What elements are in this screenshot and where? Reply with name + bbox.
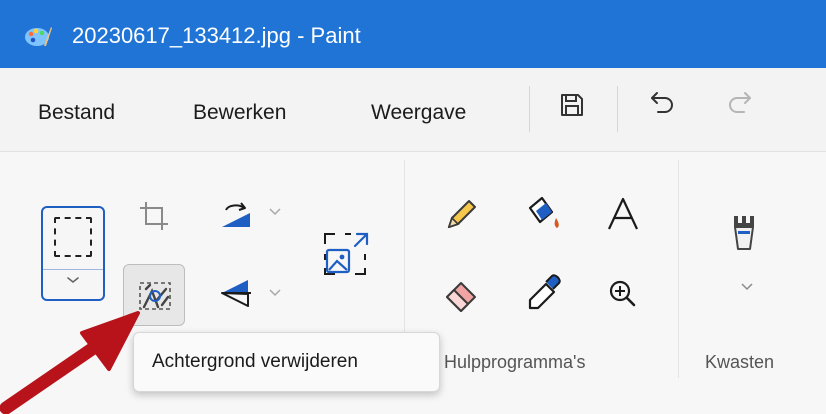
brush-chevron-icon[interactable] [740, 282, 754, 292]
ribbon-separator [678, 160, 679, 378]
tools-group-label: Hulpprogramma's [444, 352, 586, 372]
selection-icon [54, 217, 92, 257]
window-title: 20230617_133412.jpg - Paint [72, 23, 361, 48]
resize-image-icon[interactable] [321, 230, 373, 278]
undo-icon[interactable] [648, 89, 678, 119]
flip-icon[interactable] [219, 276, 253, 310]
rotate-icon[interactable] [218, 199, 254, 231]
fill-icon[interactable] [522, 194, 566, 236]
color-picker-icon[interactable] [524, 274, 564, 314]
menu-bewerken[interactable]: Bewerken [193, 101, 286, 125]
selection-divider [43, 269, 103, 270]
save-icon[interactable] [558, 91, 586, 119]
redo-icon[interactable] [724, 89, 754, 119]
tooltip: Achtergrond verwijderen [133, 332, 440, 392]
selection-button[interactable] [41, 206, 105, 301]
title-bar[interactable]: 20230617_133412.jpg - Paint [0, 0, 826, 68]
chevron-down-icon[interactable] [65, 275, 81, 285]
magnifier-icon[interactable] [607, 278, 637, 310]
crop-icon[interactable] [137, 199, 171, 233]
menu-bestand[interactable]: Bestand [38, 101, 115, 125]
menu-separator [617, 86, 618, 132]
paint-app-icon [25, 27, 52, 46]
menu-bar: Bestand Bewerken Weergave [0, 68, 826, 152]
brush-icon[interactable] [730, 213, 758, 253]
menu-weergave[interactable]: Weergave [371, 101, 466, 125]
flip-chevron-icon[interactable] [268, 288, 282, 298]
brushes-group-label: Kwasten [705, 352, 775, 372]
eraser-icon[interactable] [441, 275, 483, 315]
pencil-icon[interactable] [442, 196, 480, 234]
text-icon[interactable] [605, 195, 641, 233]
rotate-chevron-icon[interactable] [268, 207, 282, 217]
tooltip-text: Achtergrond verwijderen [152, 351, 358, 372]
menu-separator [529, 86, 530, 132]
annotation-arrow [0, 311, 140, 414]
